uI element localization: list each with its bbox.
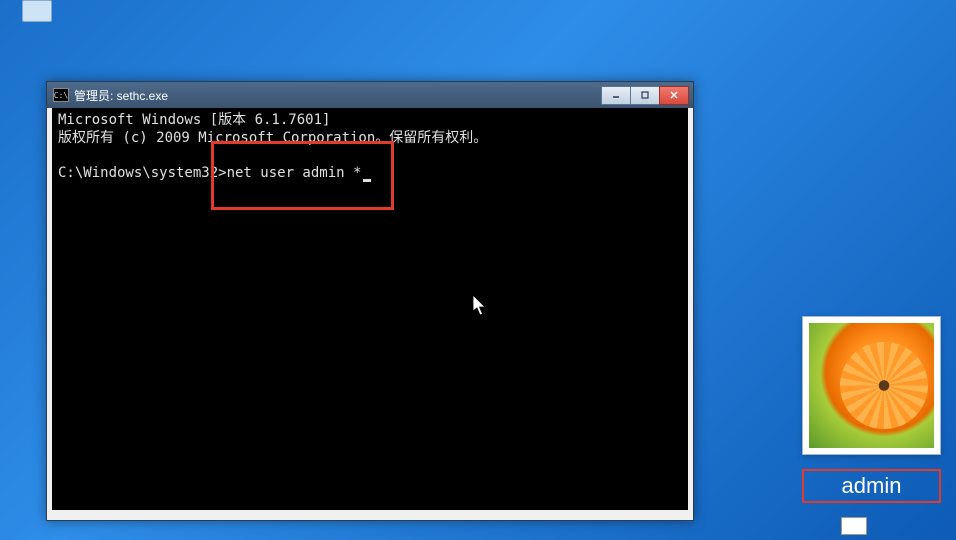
console-line: Microsoft Windows [版本 6.1.7601] <box>58 112 330 128</box>
console-command: net user admin * <box>227 165 362 181</box>
titlebar[interactable]: C:\ 管理员: sethc.exe <box>47 82 693 108</box>
window-controls <box>602 86 689 105</box>
window-title: 管理员: sethc.exe <box>74 87 602 104</box>
console-line: 版权所有 (c) 2009 Microsoft Corporation。保留所有… <box>58 130 487 146</box>
console-window: C:\ 管理员: sethc.exe Microsoft Windows [版本… <box>46 81 694 521</box>
username-text: admin <box>842 473 902 499</box>
maximize-button[interactable] <box>630 86 660 105</box>
console-prompt: C:\Windows\system32> <box>58 165 227 181</box>
minimize-button[interactable] <box>601 86 631 105</box>
avatar-image <box>809 323 934 448</box>
floating-card <box>841 517 867 535</box>
user-tile[interactable]: admin <box>802 316 941 503</box>
console-body[interactable]: Microsoft Windows [版本 6.1.7601] 版权所有 (c)… <box>52 108 688 510</box>
username-label: admin <box>802 469 941 503</box>
text-cursor <box>363 179 371 182</box>
desktop-folder-icon[interactable] <box>22 0 52 22</box>
cmd-icon: C:\ <box>53 88 69 102</box>
close-button[interactable] <box>659 86 689 105</box>
avatar-frame <box>802 316 941 455</box>
